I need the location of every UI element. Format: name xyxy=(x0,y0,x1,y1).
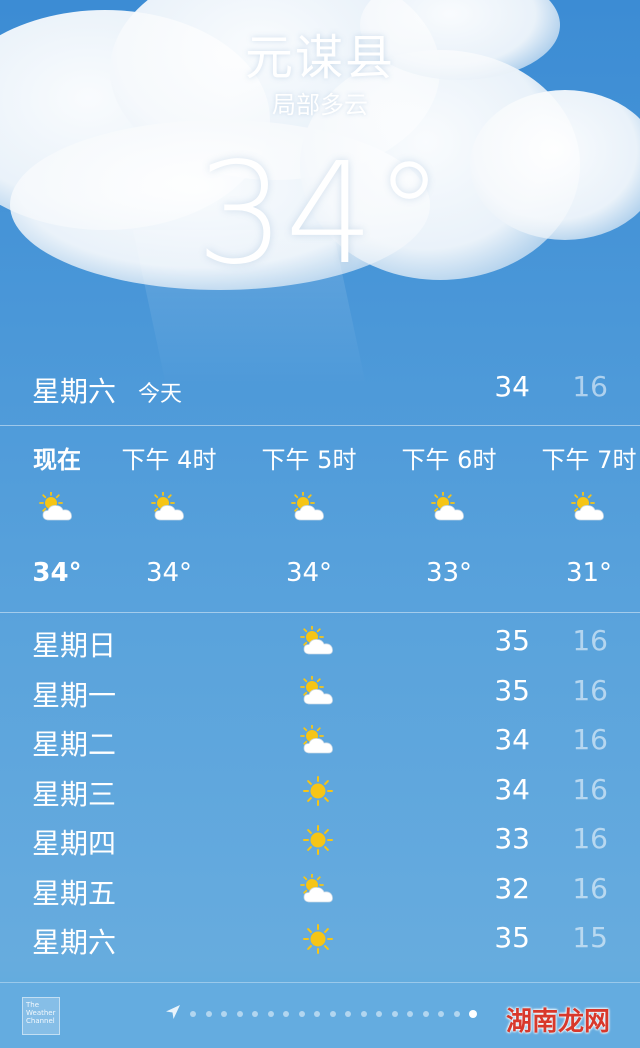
page-dot[interactable] xyxy=(376,1011,382,1017)
day-low: 16 xyxy=(572,723,608,756)
partly-cloudy-icon xyxy=(298,674,338,708)
daily-row: 星期四 33 16 xyxy=(0,816,640,865)
day-high: 32 xyxy=(494,871,530,905)
partly-cloudy-icon xyxy=(289,491,329,524)
hour-label: 下午 4时 xyxy=(121,446,217,474)
day-low: 16 xyxy=(572,822,608,855)
page-dot[interactable] xyxy=(205,1011,212,1017)
hour-temperature: 34° xyxy=(285,558,333,588)
day-name: 星期三 xyxy=(32,777,117,811)
day-name: 星期五 xyxy=(32,876,117,910)
day-name: 星期日 xyxy=(32,629,117,662)
today-high: 34 xyxy=(494,370,530,403)
partly-cloudy-icon xyxy=(429,491,469,524)
day-high: 34 xyxy=(494,723,530,756)
hour-label: 下午 7时 xyxy=(541,446,637,474)
day-low: 15 xyxy=(572,921,608,954)
day-low: 16 xyxy=(572,624,608,657)
daily-row: 星期五 32 16 xyxy=(0,866,640,915)
day-low: 16 xyxy=(572,772,608,806)
page-indicator[interactable] xyxy=(190,1010,480,1019)
day-high: 34 xyxy=(494,772,530,806)
today-tag: 今天 xyxy=(138,382,183,407)
hourly-forecast[interactable]: 现在 34° 下午 4时 34° 下午 5时 34° 下午 6时 33° 下午 7时 3… xyxy=(0,426,640,612)
day-name: 星期四 xyxy=(32,827,117,860)
daily-row: 星期日 35 16 xyxy=(0,618,640,667)
location-arrow-icon[interactable] xyxy=(164,1003,182,1021)
partly-cloudy-icon xyxy=(298,724,338,757)
daily-row: 星期六 35 15 xyxy=(0,915,640,964)
daily-row: 星期二 34 16 xyxy=(0,717,640,766)
sun-icon xyxy=(298,824,338,856)
page-dot[interactable] xyxy=(469,1010,477,1018)
hour-label: 下午 6时 xyxy=(401,446,497,474)
hour-temperature: 31° xyxy=(565,558,613,588)
page-dot[interactable] xyxy=(267,1011,274,1017)
day-low: 16 xyxy=(572,673,608,707)
day-high: 35 xyxy=(494,921,530,954)
day-name: 星期一 xyxy=(32,678,117,712)
partly-cloudy-icon xyxy=(298,872,338,906)
current-temperature: 34° xyxy=(195,133,445,296)
hour-label: 下午 5时 xyxy=(261,446,357,474)
today-low: 16 xyxy=(572,370,608,403)
daily-row: 星期三 34 16 xyxy=(0,767,640,816)
today-summary: 星期六 今天 34 16 xyxy=(0,362,640,414)
scroll-fade xyxy=(0,960,640,982)
sun-icon xyxy=(298,923,338,955)
page-dot[interactable] xyxy=(360,1011,367,1017)
day-low: 16 xyxy=(572,871,608,905)
partly-cloudy-icon xyxy=(37,491,77,524)
hour-temperature: 34° xyxy=(145,558,193,588)
page-dot[interactable] xyxy=(236,1011,243,1017)
page-dot[interactable] xyxy=(221,1011,227,1017)
day-high: 35 xyxy=(494,673,530,707)
page-dot[interactable] xyxy=(391,1011,398,1017)
sun-icon xyxy=(298,775,338,807)
weather-screen: 元谋县 局部多云 34° 星期六 今天 34 16 现在 34° 下午 4时 34… xyxy=(0,0,640,1048)
day-high: 33 xyxy=(494,822,530,855)
partly-cloudy-icon xyxy=(569,491,609,524)
location-header: 元谋县 局部多云 xyxy=(0,28,640,122)
page-dot[interactable] xyxy=(345,1011,351,1017)
daily-row: 星期一 35 16 xyxy=(0,668,640,717)
partly-cloudy-icon xyxy=(149,491,189,524)
page-dot[interactable] xyxy=(453,1011,460,1017)
page-dot[interactable] xyxy=(438,1011,444,1017)
page-dot[interactable] xyxy=(252,1011,258,1017)
page-dot[interactable] xyxy=(329,1011,336,1017)
divider xyxy=(0,612,640,613)
partly-cloudy-icon xyxy=(298,625,338,658)
page-dot[interactable] xyxy=(314,1011,320,1017)
weather-channel-logo[interactable]: The Weather Channel xyxy=(22,997,60,1035)
city-name: 元谋县 xyxy=(244,30,395,86)
watermark: 湖南龙网 xyxy=(505,1007,610,1037)
weather-condition: 局部多云 xyxy=(272,91,368,119)
page-dot[interactable] xyxy=(298,1011,305,1017)
page-dot[interactable] xyxy=(283,1011,289,1017)
page-dot[interactable] xyxy=(190,1011,196,1017)
bottom-bar: The Weather Channel 湖南龙网 xyxy=(0,982,640,1048)
hour-temperature: 33° xyxy=(425,558,473,588)
page-dot[interactable] xyxy=(407,1011,413,1017)
today-day: 星期六 xyxy=(32,375,117,408)
day-high: 35 xyxy=(494,624,530,657)
page-dot[interactable] xyxy=(422,1011,429,1017)
day-name: 星期二 xyxy=(32,728,117,761)
day-name: 星期六 xyxy=(32,926,117,959)
